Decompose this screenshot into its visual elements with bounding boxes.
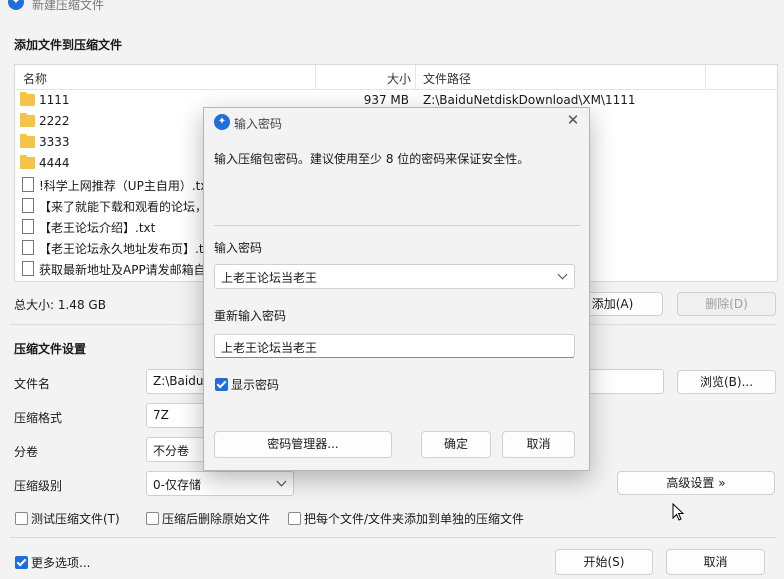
- separate-archives-label[interactable]: 把每个文件/文件夹添加到单独的压缩文件: [304, 510, 524, 527]
- close-icon[interactable]: ✕: [564, 111, 582, 129]
- folder-icon: [20, 155, 35, 169]
- confirm-password-value: 上老王论坛当老王: [221, 341, 318, 355]
- dialog-app-icon: ✦: [214, 114, 230, 130]
- start-button[interactable]: 开始(S): [555, 549, 653, 575]
- file-icon: [22, 261, 34, 276]
- column-path[interactable]: 文件路径: [423, 70, 471, 87]
- browse-button[interactable]: 浏览(B)...: [677, 370, 776, 394]
- password-label: 输入密码: [214, 241, 263, 255]
- more-options-label[interactable]: 更多选项...: [31, 554, 90, 571]
- list-item-name: 1111: [39, 93, 70, 107]
- list-item-path: Z:\BaiduNetdiskDownload\XM\1111: [423, 93, 636, 107]
- window-title: 新建压缩文件: [32, 0, 105, 12]
- format-value: 7Z: [153, 408, 169, 422]
- password-value: 上老王论坛当老王: [221, 271, 318, 285]
- list-item-name: 3333: [39, 135, 70, 149]
- show-password-label[interactable]: 显示密码: [231, 376, 279, 393]
- password-manager-button[interactable]: 密码管理器...: [214, 431, 392, 458]
- chevron-down-icon: [276, 476, 287, 487]
- file-icon: [22, 198, 34, 213]
- list-header: 名称 大小 文件路径: [15, 65, 777, 90]
- dialog-description: 输入压缩包密码。建议使用至少 8 位的密码来保证安全性。: [214, 152, 530, 166]
- list-item-name: !科学上网推荐（UP主自用）.tx: [39, 179, 208, 193]
- password-input[interactable]: 上老王论坛当老王: [214, 264, 575, 289]
- filename-label: 文件名: [14, 377, 51, 391]
- column-size[interactable]: 大小: [387, 70, 411, 87]
- list-item-name: 4444: [39, 156, 70, 170]
- separate-archives-checkbox[interactable]: [288, 512, 301, 525]
- list-item-name: 获取最新地址及APP请发邮箱自: [39, 263, 206, 277]
- test-archive-checkbox[interactable]: [15, 512, 28, 525]
- add-section-title: 添加文件到压缩文件: [14, 38, 123, 52]
- folder-icon: [20, 113, 35, 127]
- test-archive-label[interactable]: 测试压缩文件(T): [31, 510, 120, 527]
- level-select[interactable]: 0-仅存储: [146, 471, 294, 496]
- app-icon: ✦: [8, 0, 24, 10]
- folder-icon: [20, 134, 35, 148]
- delete-after-checkbox[interactable]: [146, 512, 159, 525]
- title-bar: ✦ 新建压缩文件: [0, 0, 784, 24]
- dialog-title: 输入密码: [234, 117, 283, 131]
- more-options-checkbox[interactable]: [15, 556, 28, 569]
- list-item-name: 【老王论坛介绍】.txt: [39, 221, 156, 235]
- volume-label: 分卷: [14, 445, 39, 459]
- list-item-name: 【来了就能下载和观看的论坛，: [39, 200, 208, 214]
- list-item-size: 937 MB: [363, 93, 409, 107]
- file-icon: [22, 240, 34, 255]
- list-item-name: 【老王论坛永久地址发布页】.tx: [39, 242, 211, 256]
- level-label: 压缩级别: [14, 479, 63, 493]
- cancel-button[interactable]: 取消: [666, 549, 765, 575]
- folder-icon: [20, 92, 35, 106]
- total-size: 总大小: 1.48 GB: [14, 298, 106, 312]
- advanced-settings-button[interactable]: 高级设置 »: [617, 471, 775, 495]
- column-name[interactable]: 名称: [23, 70, 47, 87]
- show-password-checkbox[interactable]: [215, 378, 228, 391]
- file-icon: [22, 219, 34, 234]
- chevron-down-icon: [557, 269, 568, 280]
- mouse-cursor-icon: [672, 503, 685, 521]
- format-label: 压缩格式: [14, 411, 63, 425]
- confirm-password-label: 重新输入密码: [214, 309, 287, 323]
- dialog-cancel-button[interactable]: 取消: [502, 431, 575, 458]
- password-dialog: ✦ 输入密码 ✕ 输入压缩包密码。建议使用至少 8 位的密码来保证安全性。 输入…: [203, 107, 590, 471]
- settings-title: 压缩文件设置: [14, 342, 87, 356]
- level-value: 0-仅存储: [153, 478, 201, 492]
- delete-button[interactable]: 删除(D): [677, 292, 776, 316]
- file-icon: [22, 177, 34, 192]
- confirm-password-input[interactable]: 上老王论坛当老王: [214, 334, 575, 358]
- list-item-name: 2222: [39, 114, 70, 128]
- ok-button[interactable]: 确定: [421, 431, 491, 458]
- delete-after-label[interactable]: 压缩后删除原始文件: [162, 510, 270, 527]
- volume-value: 不分卷: [153, 444, 190, 458]
